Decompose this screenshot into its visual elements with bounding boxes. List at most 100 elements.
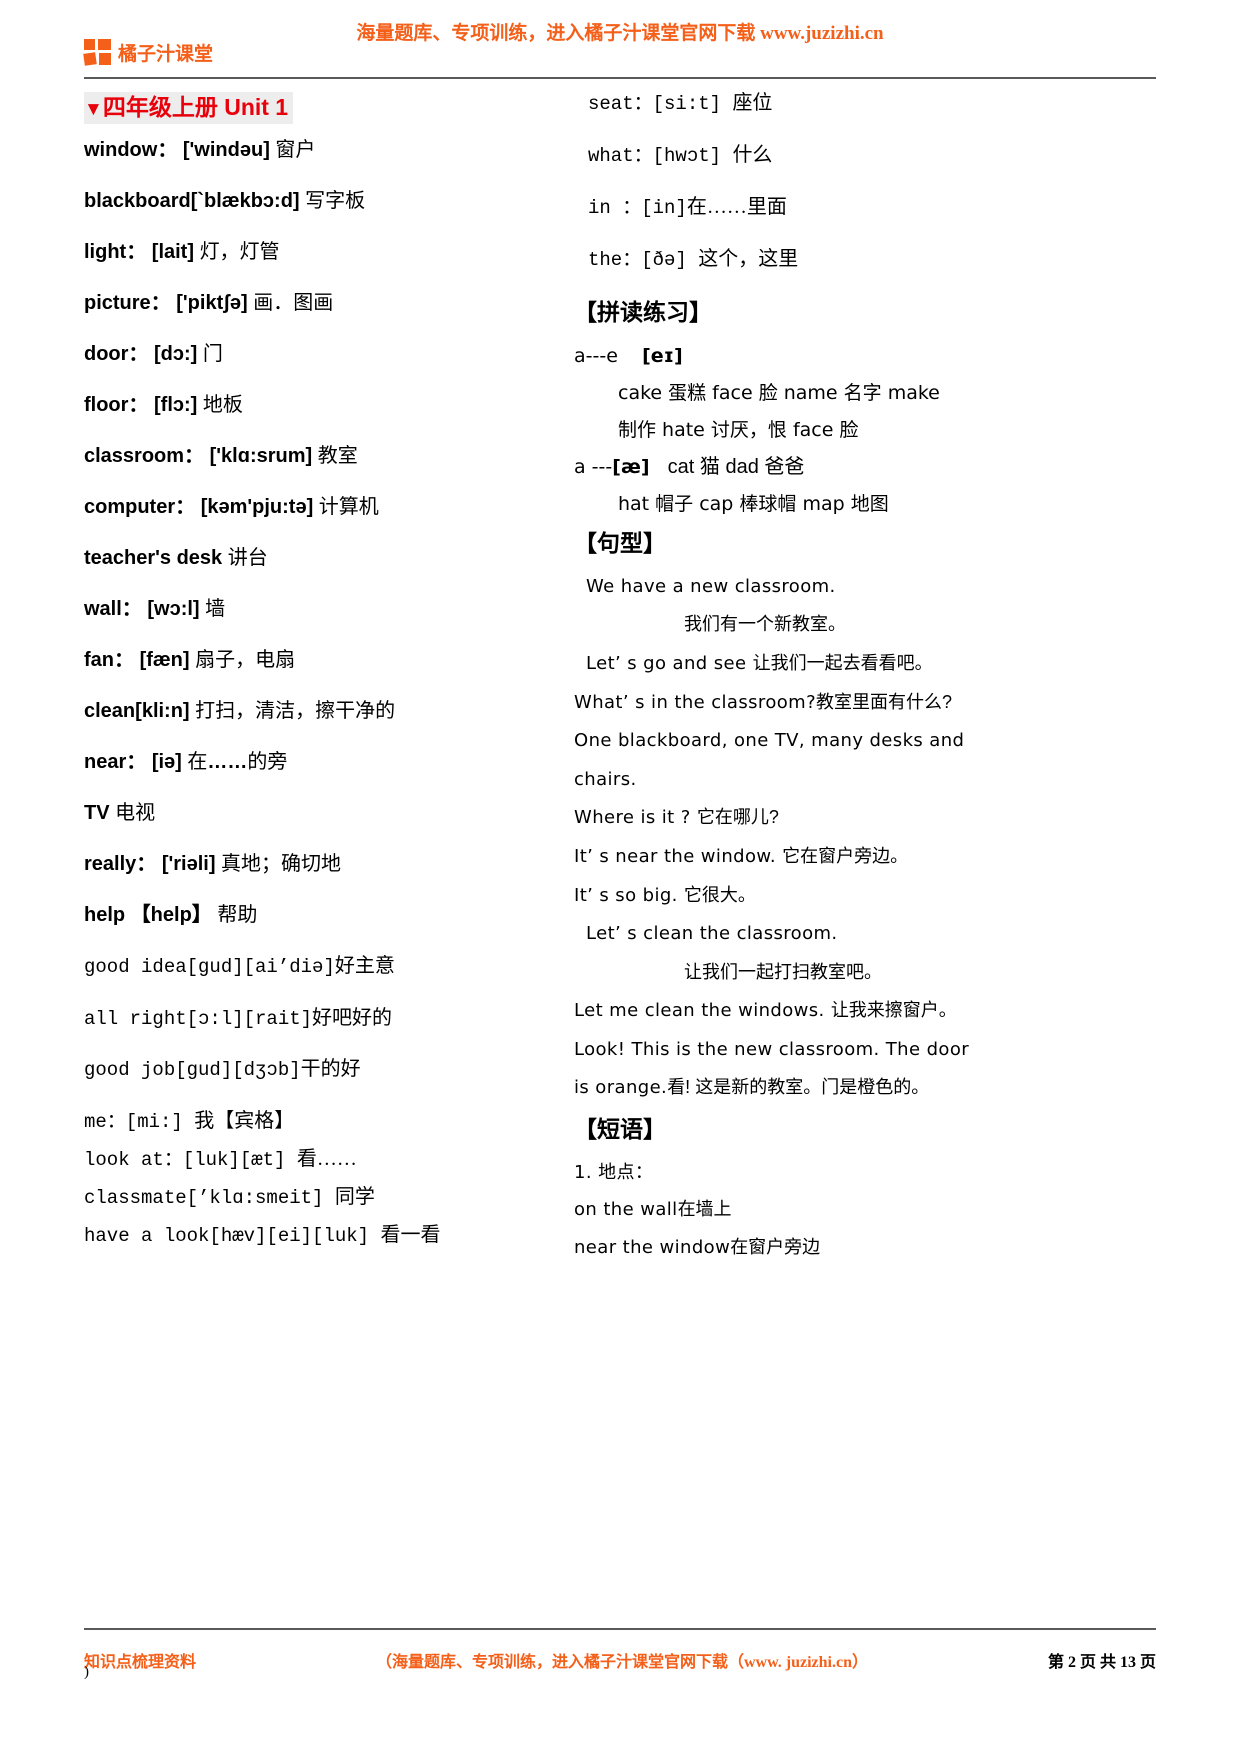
vocab-entry: in ：[in]在……里面 <box>574 196 1156 220</box>
vocab-word: what：[hwɔt] <box>588 144 722 167</box>
vocab-entry: classroom： ['klɑ:srum] 教室 <box>84 445 574 468</box>
vocab-entry: help 【help】 帮助 <box>84 904 574 927</box>
vocab-translation-dots: …… <box>207 750 248 773</box>
sentence-line: chairs. <box>574 769 1156 791</box>
vocab-translation: 灯，灯管 <box>199 240 280 263</box>
vocab-translation: 电视 <box>115 801 156 824</box>
phrase-cn: 在窗户旁边 <box>730 1236 821 1257</box>
phrase-entry: have a look[hæv][ei][luk] 看一看 <box>84 1224 574 1248</box>
sentence-cn: 它在窗户旁边。 <box>782 845 909 866</box>
vocab-entry: floor： [flɔ:] 地板 <box>84 394 574 417</box>
vocab-entry: blackboard[`blækbɔ:d] 写字板 <box>84 190 574 213</box>
vocab-ipa: [flɔ:] <box>154 393 198 416</box>
phrase-entry: good job[gud][dʒɔb]干的好 <box>84 1058 574 1082</box>
vocab-entry: window： ['windəu] 窗户 <box>84 139 574 162</box>
vocab-word: in ：[in] <box>588 196 687 219</box>
vocab-word: floor： <box>84 393 149 416</box>
page-header: 橘子汁课堂 <box>83 0 1156 86</box>
phrase-text: good idea[gud][ai’diə] <box>84 955 335 978</box>
vocab-word: clean <box>84 699 136 722</box>
vocab-word: help <box>84 903 126 926</box>
vocab-ipa: [wɔ:l] <box>147 597 200 620</box>
phrase-text: classmate[’klɑ:smeit] <box>84 1186 324 1209</box>
vocab-entry: what：[hwɔt] 什么 <box>574 144 1156 168</box>
sentence-line: We have a new classroom. <box>574 576 1156 598</box>
vocab-translation: 在……里面 <box>686 195 787 218</box>
vocab-translation: 在……的旁 <box>187 751 287 773</box>
page-footer: 知识点梳理资料 （海量题库、专项训练，进入橘子汁课堂官网下载（www. juzi… <box>84 1640 1156 1680</box>
phrase-text: all right[ɔ:l][rait] <box>84 1007 313 1030</box>
vocab-word: blackboard <box>84 189 191 212</box>
vocab-ipa: 【help】 <box>130 903 212 926</box>
sentence-en: Where is it ? <box>574 807 691 829</box>
sentence-line: One blackboard, one TV, many desks and <box>574 730 1156 752</box>
phrase-list-item: on the wall在墙上 <box>574 1199 1156 1221</box>
right-column: seat：[si:t] 座位 what：[hwɔt] 什么 in ：[in]在…… <box>574 92 1156 1274</box>
vocab-word: teacher's desk <box>84 546 223 569</box>
sentence-cn: 让我来擦窗户。 <box>830 1000 957 1021</box>
phonics-rule-ipa: [æ] <box>612 456 650 479</box>
sentence-line: 让我们一起打扫教室吧。 <box>574 962 1156 984</box>
phrase-en: near the window <box>574 1236 731 1258</box>
vocab-translation: 地板 <box>202 393 243 416</box>
sentence-line: Let’ s clean the classroom. <box>574 923 1156 945</box>
sentence-line: It’ s near the window. 它在窗户旁边。 <box>574 846 1156 868</box>
footer-page-number: 第 2 页 共 13 页 <box>1047 1654 1156 1671</box>
sentence-en: Let me clean the windows. <box>574 1000 825 1022</box>
phrase-list-item: 1. 地点： <box>574 1161 654 1183</box>
vocab-word: classroom： <box>84 444 205 467</box>
vocab-ipa: [`blækbɔ:d] <box>190 189 300 212</box>
phrase-entry: all right[ɔ:l][rait]好吧好的 <box>84 1007 574 1031</box>
vocab-entry: clean[kli:n] 打扫，清洁，擦干净的 <box>84 700 574 723</box>
phrase-list-item: near the window在窗户旁边 <box>574 1237 1156 1259</box>
phonics-examples: cat 猫 dad 爸爸 <box>667 456 805 479</box>
phonics-examples: 制作 hate 讨厌，恨 face 脸 <box>618 418 859 441</box>
vocab-entry: computer： [kəm'pju:tə] 计算机 <box>84 496 574 519</box>
sentence-en: What’ s in the classroom? <box>574 691 817 713</box>
phrase-translation: 干的好 <box>300 1058 361 1081</box>
phrase-translation: 看一看 <box>380 1223 441 1246</box>
phrase-entry: look at：[luk][æt] 看…… <box>84 1148 574 1172</box>
vocab-ipa: ['piktʃə] <box>176 291 248 314</box>
sentence-en: It’ s so big. <box>574 884 678 906</box>
sentence-cn: 它在哪儿? <box>696 807 779 828</box>
vocab-word: really： <box>84 852 157 875</box>
vocab-translation: 扇子，电扇 <box>195 648 296 671</box>
vocab-word: TV <box>84 801 110 824</box>
phonics-rule-letters: a---e <box>574 344 618 367</box>
sentence-en: chairs. <box>574 768 637 790</box>
sentence-en: Let’ s go and see <box>586 652 747 674</box>
sentence-line: Where is it ? 它在哪儿? <box>574 807 1156 829</box>
phonics-rule-ipa: [eɪ] <box>642 344 683 367</box>
sentence-cn: 看! 这是新的教室。门是橙色的。 <box>667 1077 930 1098</box>
vocab-ipa: [lait] <box>151 240 194 263</box>
vocab-word: window： <box>84 138 178 161</box>
sentence-line: It’ s so big. 它很大。 <box>574 885 1156 907</box>
phrase-text: have a look[hæv][ei][luk] <box>84 1224 370 1247</box>
vocab-translation: 什么 <box>732 143 773 166</box>
caret-down-icon: ▼ <box>84 99 103 120</box>
sentence-line: Let me clean the windows. 让我来擦窗户。 <box>574 1000 1156 1022</box>
phrase-text: me：[mi:] <box>84 1111 183 1134</box>
vocab-word: picture： <box>84 291 171 314</box>
phonics-examples: cake 蛋糕 face 脸 name 名字 make <box>618 381 940 404</box>
vocab-entry: picture： ['piktʃə] 画．图画 <box>84 292 574 315</box>
vocab-word: light： <box>84 240 147 263</box>
vocab-ipa: [fæn] <box>139 648 190 671</box>
document-page: 橘子汁课堂 海量题库、专项训练，进入橘子汁课堂官网下载 www.juzizhi.… <box>0 0 1240 1754</box>
sentence-line: is orange.看! 这是新的教室。门是橙色的。 <box>574 1077 1156 1099</box>
vocab-entry: light： [lait] 灯，灯管 <box>84 241 574 264</box>
phrase-en: on the wall <box>574 1199 678 1221</box>
phrase-text: good job[gud][dʒɔb] <box>84 1059 301 1082</box>
phrase-translation: 好主意 <box>334 954 395 977</box>
sentence-line: 我们有一个新教室。 <box>574 614 1156 636</box>
phrase-translation: 看…… <box>296 1148 357 1171</box>
phrase-translation: 同学 <box>334 1185 375 1208</box>
vocab-translation: 真地；确切地 <box>221 852 342 875</box>
footer-divider <box>84 1628 1156 1630</box>
vocab-translation: 计算机 <box>318 495 379 518</box>
vocab-word: wall： <box>84 597 142 620</box>
footer-stray-mark: ) <box>84 1664 89 1680</box>
vocab-entry: near： [iə] 在……的旁 <box>84 751 574 774</box>
vocab-entry: really： ['riəli] 真地；确切地 <box>84 853 574 876</box>
